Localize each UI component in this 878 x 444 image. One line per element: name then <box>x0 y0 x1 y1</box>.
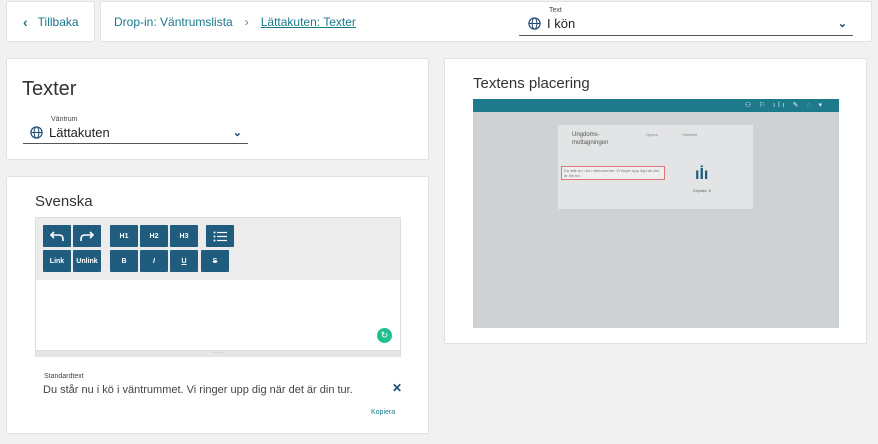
bold-button[interactable]: B <box>110 250 138 272</box>
section-title-placement: Textens placering <box>473 75 590 92</box>
chevron-down-icon: ⌄ <box>232 127 242 139</box>
italic-button[interactable]: I <box>140 250 168 272</box>
redo-button[interactable] <box>73 225 101 247</box>
close-icon[interactable]: ✕ <box>392 381 402 395</box>
text-select-value-wrap: I kön <box>528 16 575 31</box>
list-icon <box>213 231 227 241</box>
svenska-card: Svenska H1 H2 H3 Link Unlink B I U S ↻ ·… <box>6 176 429 434</box>
vantrum-select-value-wrap: Lättakuten <box>30 125 110 140</box>
chevron-down-icon: ⌄ <box>837 18 847 30</box>
chevron-right-icon: › <box>244 14 249 29</box>
editor-toolbar: H1 H2 H3 Link Unlink B I U S <box>36 218 400 280</box>
globe-icon <box>528 17 541 30</box>
text-select[interactable]: Text I kön ⌄ <box>519 7 853 36</box>
undo-button[interactable] <box>43 225 71 247</box>
bullet-list-button[interactable] <box>206 225 234 247</box>
text-select-value: I kön <box>547 16 576 31</box>
section-title-svenska: Svenska <box>35 193 93 210</box>
preview-clinic-name: Ungdoms- mottagningen <box>572 132 609 146</box>
underline-button[interactable]: U <box>170 250 198 272</box>
preview-header-icons: ⚇ ⚐ ılı ✎ ◌ ▾ <box>744 102 825 109</box>
preview-header-bar: ⚇ ⚐ ılı ✎ ◌ ▾ <box>473 99 839 112</box>
texter-card: Texter Väntrum Lättakuten ⌄ <box>6 58 429 160</box>
preview-message: Du står nu i kö i väntrummet. Vi ringer … <box>561 166 665 180</box>
preview-stat-b: Väntetid <box>682 132 697 137</box>
rich-text-editor: H1 H2 H3 Link Unlink B I U S ↻ ······ <box>35 217 401 357</box>
strikethrough-button[interactable]: S <box>201 250 229 272</box>
heading-1-button[interactable]: H1 <box>110 225 138 247</box>
copy-button[interactable]: Kopiera <box>371 409 395 416</box>
redo-icon <box>80 230 94 241</box>
page-title: Texter <box>22 78 77 100</box>
unlink-button[interactable]: Unlink <box>73 250 101 272</box>
preview-clinic-card: Ungdoms- mottagningen Öppen Väntetid Du … <box>558 125 753 209</box>
preview-stat-a: Öppen <box>646 132 659 137</box>
back-label: Tillbaka <box>37 14 79 29</box>
globe-icon <box>30 126 43 139</box>
placement-preview-image: ⚇ ⚐ ılı ✎ ◌ ▾ Ungdoms- mottagningen Öppe… <box>473 99 839 328</box>
breadcrumb-parent-link[interactable]: Drop-in: Väntrumslista <box>114 15 233 29</box>
standard-text-label: Standardtext <box>44 373 84 380</box>
grammarly-icon[interactable]: ↻ <box>377 328 392 343</box>
editor-content-area[interactable]: ↻ <box>36 280 400 350</box>
people-icon: ıİı <box>695 166 709 183</box>
editor-resize-handle[interactable]: ······ <box>36 350 400 357</box>
undo-icon <box>50 230 64 241</box>
vantrum-select[interactable]: Väntrum Lättakuten ⌄ <box>23 116 248 144</box>
breadcrumb-current[interactable]: Lättakuten: Texter <box>261 15 356 29</box>
vantrum-select-label: Väntrum <box>51 116 78 123</box>
link-button[interactable]: Link <box>43 250 71 272</box>
heading-3-button[interactable]: H3 <box>170 225 198 247</box>
preview-queue-label: Köplats: 5 <box>693 188 711 193</box>
standard-text-value: Du står nu i kö i väntrummet. Vi ringer … <box>43 384 353 396</box>
placement-card: Textens placering ⚇ ⚐ ılı ✎ ◌ ▾ Ungdoms-… <box>444 58 867 344</box>
chevron-left-icon: ‹ <box>23 13 28 30</box>
back-button[interactable]: ‹ Tillbaka <box>6 1 95 42</box>
vantrum-select-value: Lättakuten <box>49 125 110 140</box>
heading-2-button[interactable]: H2 <box>140 225 168 247</box>
text-select-label: Text <box>549 7 562 14</box>
